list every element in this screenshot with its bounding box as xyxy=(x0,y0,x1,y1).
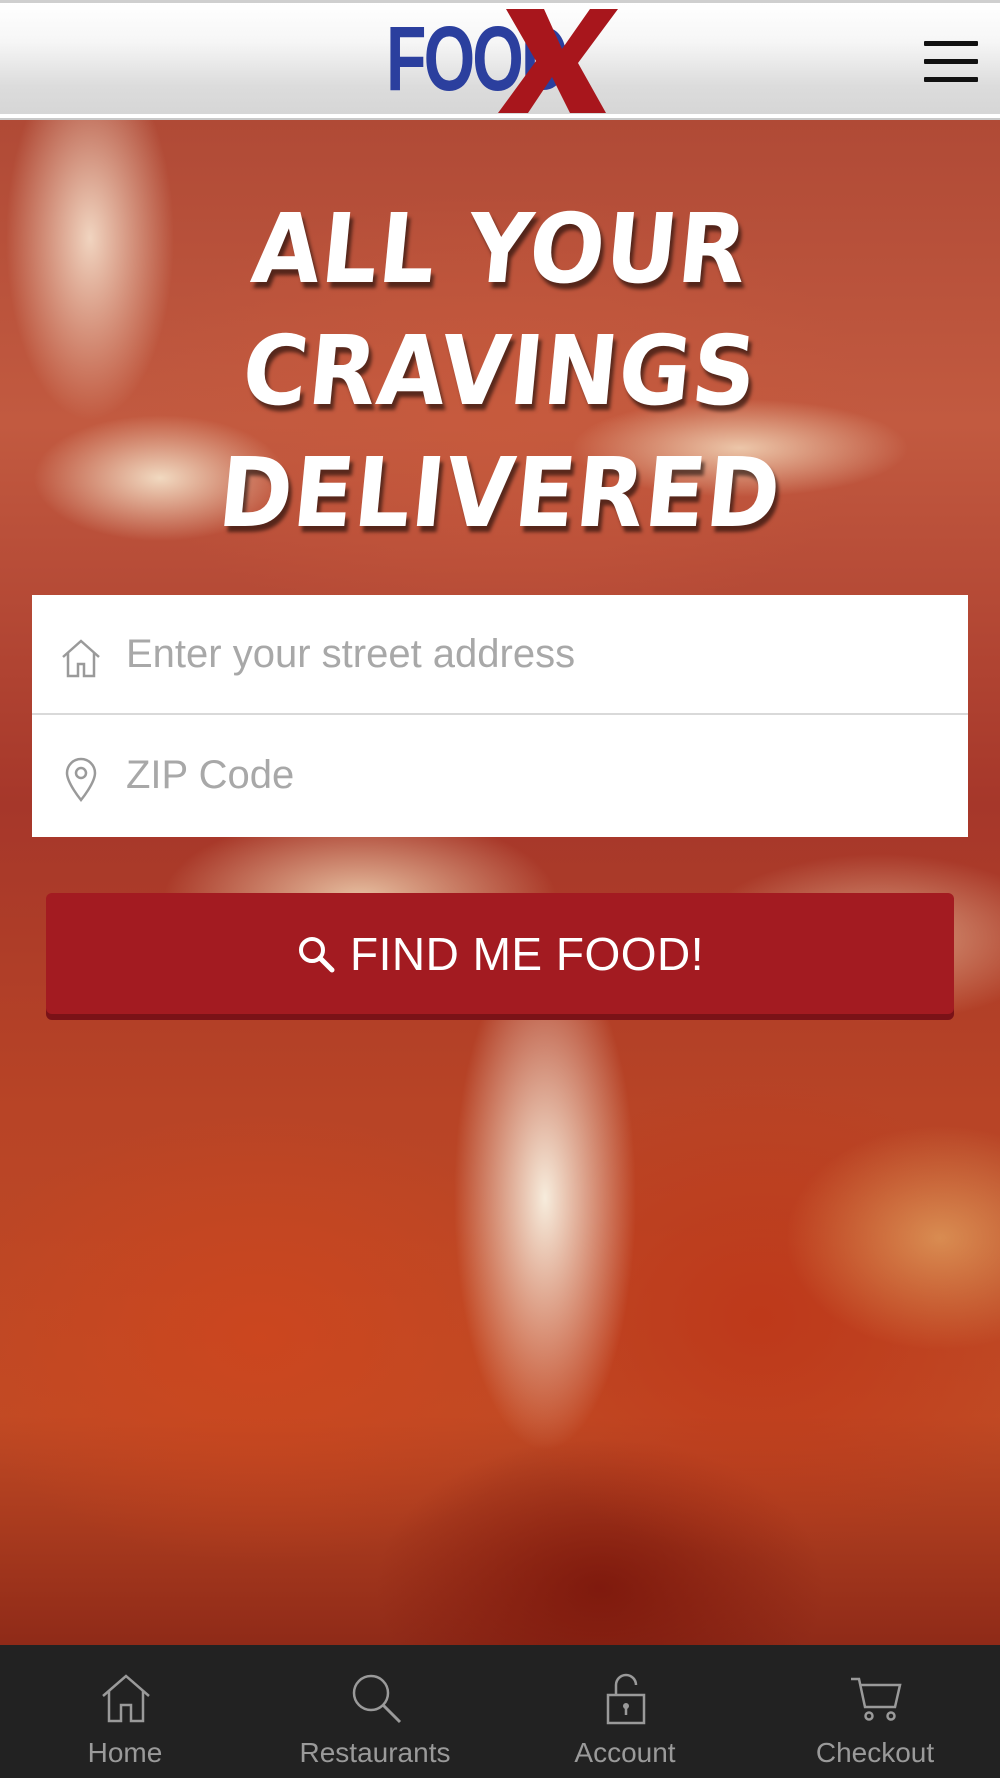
foodx-logo[interactable]: FOOD xyxy=(386,5,618,117)
tab-account-label: Account xyxy=(574,1737,676,1768)
app-header: FOOD xyxy=(0,0,1000,118)
tab-restaurants[interactable]: Restaurants xyxy=(250,1645,500,1778)
find-me-food-label: FIND ME FOOD! xyxy=(349,927,705,980)
find-me-food-button[interactable]: FIND ME FOOD! xyxy=(46,893,954,1014)
tab-checkout[interactable]: Checkout xyxy=(750,1645,1000,1778)
tab-home[interactable]: Home xyxy=(0,1645,250,1778)
street-address-input[interactable] xyxy=(126,617,946,691)
headline-line-2: CRAVINGS xyxy=(237,315,763,427)
map-pin-icon xyxy=(65,757,97,802)
address-form xyxy=(32,595,968,837)
tab-checkout-label: Checkout xyxy=(815,1737,935,1768)
hero-headline: ALL YOUR CRAVINGS DELIVERED xyxy=(0,188,1000,554)
headline-line-1: ALL YOUR xyxy=(247,193,753,305)
search-icon xyxy=(298,936,335,972)
logo-x-mark xyxy=(498,9,618,113)
home-icon xyxy=(62,639,100,678)
street-address-field[interactable] xyxy=(32,595,968,715)
cart-icon xyxy=(851,1677,902,1721)
tab-home-label: Home xyxy=(87,1737,163,1768)
hamburger-menu-icon[interactable] xyxy=(918,39,978,85)
tab-restaurants-label: Restaurants xyxy=(299,1737,451,1768)
tab-account[interactable]: Account xyxy=(500,1645,750,1778)
lock-icon xyxy=(606,1673,646,1725)
zip-code-input[interactable] xyxy=(126,738,946,812)
zip-code-field[interactable] xyxy=(32,716,968,836)
search-icon xyxy=(352,1674,402,1724)
home-icon xyxy=(102,1674,150,1723)
bottom-tab-bar: Home Restaurants Account Checkout xyxy=(0,1645,1000,1778)
headline-line-3: DELIVERED xyxy=(213,437,787,549)
